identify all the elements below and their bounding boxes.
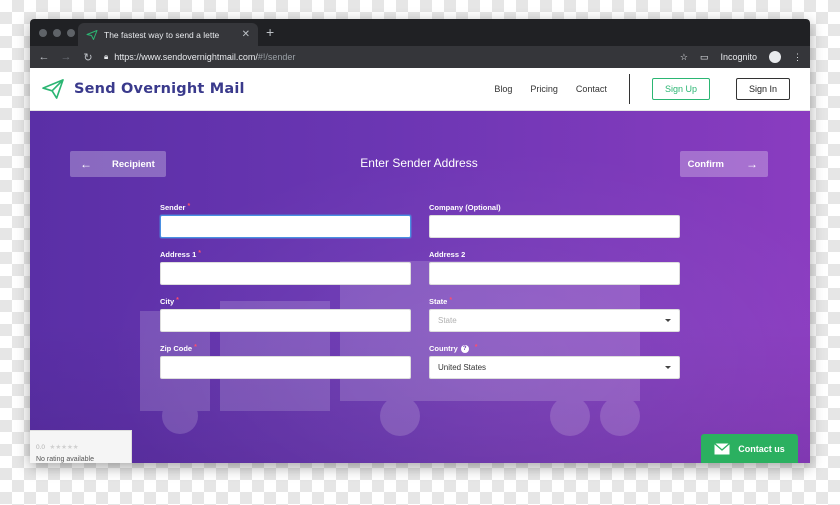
close-window-button[interactable] <box>39 29 47 37</box>
country-select[interactable]: United States <box>429 356 680 379</box>
main-nav: Blog Pricing Contact Sign Up <box>494 74 710 104</box>
city-label: City * <box>160 297 179 306</box>
site-header: Send Overnight Mail Blog Pricing Contact… <box>30 68 810 111</box>
lock-icon: 🔒︎ <box>104 52 109 61</box>
country-field: Country? * United States <box>429 344 680 379</box>
paper-plane-icon <box>86 29 98 40</box>
chevron-down-icon <box>665 319 671 322</box>
address1-field: Address 1 * <box>160 250 411 285</box>
help-icon[interactable]: ? <box>460 345 469 354</box>
address2-field: Address 2 <box>429 250 680 285</box>
city-input[interactable] <box>160 309 411 332</box>
zip-label: Zip Code * <box>160 344 197 353</box>
star-icon[interactable]: ☆ <box>680 52 688 63</box>
minimize-window-button[interactable] <box>53 29 61 37</box>
rating-score-row: 0.0 ★★★★★ <box>36 436 125 454</box>
forward-arrow-icon[interactable]: → <box>60 51 72 63</box>
sender-form-section: ← Recipient Enter Sender Address Confirm… <box>30 111 810 463</box>
brand-name: Send Overnight Mail <box>74 81 245 97</box>
tab-close-icon[interactable]: ✕ <box>242 29 250 40</box>
new-tab-icon[interactable]: + <box>266 24 274 40</box>
sign-up-button[interactable]: Sign Up <box>651 78 710 100</box>
address1-label: Address 1 * <box>160 250 202 259</box>
browser-window: The fastest way to send a lette ✕ + ← → … <box>30 19 810 463</box>
paper-plane-icon <box>42 79 64 99</box>
contact-us-label: Contact us <box>738 443 785 454</box>
address-bar[interactable]: 🔒︎ https://www.sendovernightmail.com/#!/… <box>104 52 670 62</box>
window-controls <box>39 29 75 37</box>
step-title: Enter Sender Address <box>360 156 478 170</box>
company-label: Company (Optional) <box>429 203 501 212</box>
address2-input[interactable] <box>429 262 680 285</box>
company-input[interactable] <box>429 215 680 238</box>
maximize-window-button[interactable] <box>67 29 75 37</box>
state-placeholder: State <box>438 316 457 325</box>
reload-icon[interactable]: ↻ <box>82 51 94 64</box>
nav-blog[interactable]: Blog <box>494 84 512 94</box>
company-field: Company (Optional) <box>429 203 680 238</box>
tab-strip: The fastest way to send a lette ✕ + <box>30 19 810 46</box>
rating-widget[interactable]: 0.0 ★★★★★ No rating available <box>30 430 132 463</box>
sender-field: Sender * <box>160 203 411 238</box>
arrow-right-icon: → <box>746 157 758 171</box>
contact-us-button[interactable]: Contact us <box>701 434 798 463</box>
confirm-button[interactable]: Confirm → <box>680 151 768 177</box>
state-label: State * <box>429 297 453 306</box>
confirm-label: Confirm <box>687 158 724 170</box>
sender-text-input[interactable] <box>169 222 402 231</box>
sign-in-button[interactable]: Sign In <box>735 78 790 100</box>
browser-toolbar: ← → ↻ 🔒︎ https://www.sendovernightmail.c… <box>30 46 810 68</box>
address1-input[interactable] <box>160 262 411 285</box>
chevron-down-icon <box>665 366 671 369</box>
browser-tab[interactable]: The fastest way to send a lette ✕ <box>78 23 258 46</box>
nav-pricing[interactable]: Pricing <box>530 84 558 94</box>
envelope-icon <box>714 442 731 454</box>
site-logo[interactable]: Send Overnight Mail <box>42 79 245 99</box>
city-field: City * <box>160 297 411 332</box>
zip-field: Zip Code * <box>160 344 411 379</box>
state-select[interactable]: State <box>429 309 680 332</box>
url-host: https://www.sendovernightmail.com/ <box>114 52 258 62</box>
sender-input[interactable] <box>160 215 411 238</box>
zip-input[interactable] <box>160 356 411 379</box>
country-label: Country? * <box>429 344 478 354</box>
country-value: United States <box>438 363 487 372</box>
address2-label: Address 2 <box>429 250 466 259</box>
incognito-icon[interactable] <box>769 51 781 63</box>
back-arrow-icon[interactable]: ← <box>38 51 50 63</box>
sender-label: Sender * <box>160 203 191 212</box>
step-navigation: ← Recipient Enter Sender Address Confirm… <box>70 151 768 177</box>
url-path: #!/sender <box>257 52 296 62</box>
rating-score: 0.0 <box>36 444 46 451</box>
rating-text: No rating available <box>36 456 94 463</box>
nav-contact[interactable]: Contact <box>576 84 607 94</box>
state-field: State * State <box>429 297 680 332</box>
incognito-label: Incognito <box>720 52 757 62</box>
menu-dots-icon[interactable]: ⋮ <box>793 52 802 63</box>
toolbar-right: ☆ ▭ Incognito ⋮ <box>680 51 802 63</box>
tab-title: The fastest way to send a lette <box>104 29 220 40</box>
nav-divider <box>628 74 630 104</box>
cast-icon[interactable]: ▭ <box>700 52 709 63</box>
star-rating-icon: ★★★★★ <box>49 444 79 451</box>
